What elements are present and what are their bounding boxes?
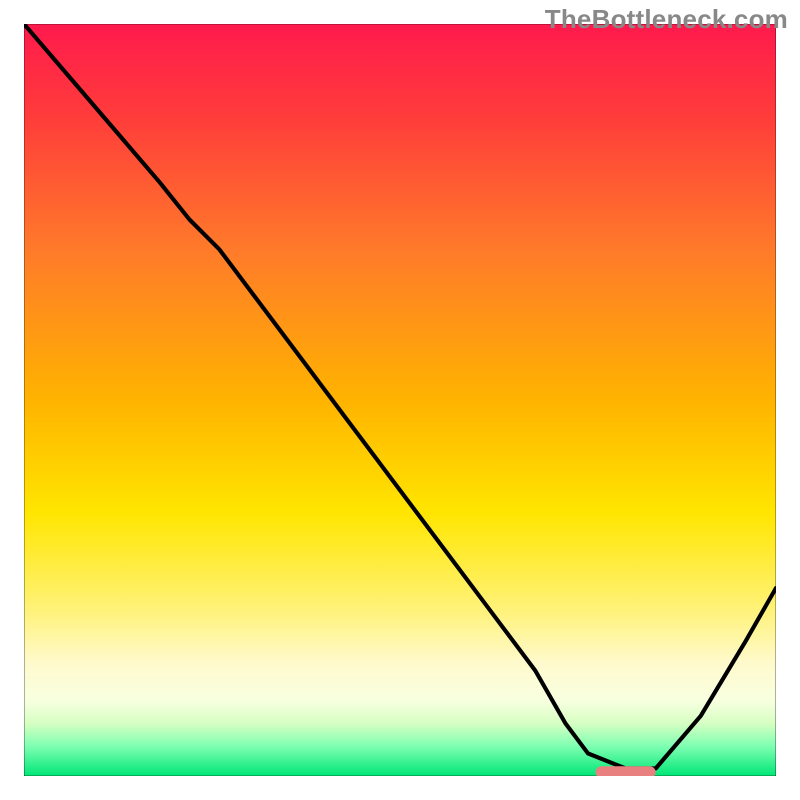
chart-background (24, 24, 776, 776)
chart-frame (24, 24, 776, 776)
bottleneck-chart (24, 24, 776, 776)
watermark-text: TheBottleneck.com (545, 4, 788, 35)
optimal-range-marker (596, 766, 656, 776)
